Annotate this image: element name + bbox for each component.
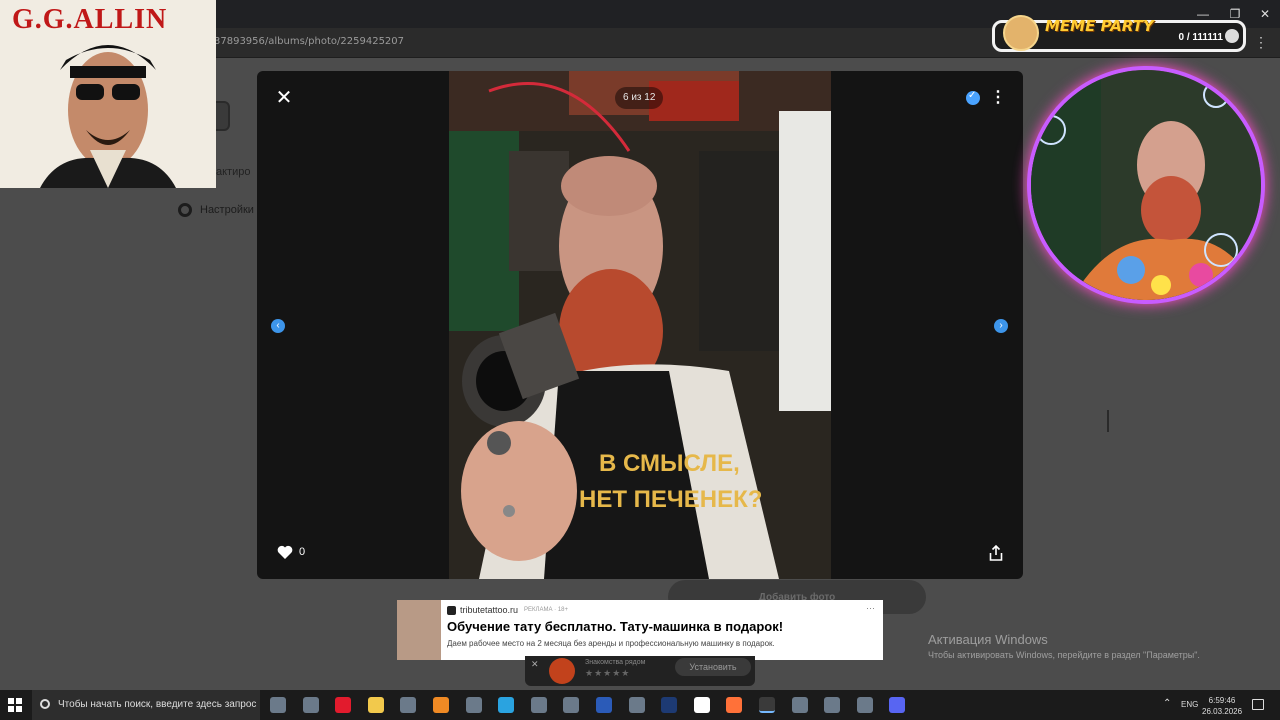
taskbar: Чтобы начать поиск, введите здесь запрос… — [0, 690, 1280, 720]
photo-image[interactable]: В СМЫСЛЕ, НЕТ ПЕЧЕНЕК? — [449, 71, 831, 579]
heart-icon — [277, 545, 293, 559]
clock-date: 26.03.2026 — [1202, 707, 1243, 716]
watermark-title: Активация Windows — [928, 632, 1048, 647]
photo-viewer: В СМЫСЛЕ, НЕТ ПЕЧЕНЕК? ✕ 6 из 12 ⋮ ‹ › 0 — [257, 71, 1023, 579]
settings-label: Настройки — [200, 204, 254, 216]
meme-widget-title: MEME PARTY — [1045, 17, 1154, 35]
language-indicator[interactable]: ENG — [1181, 700, 1198, 709]
discord-icon[interactable] — [889, 697, 906, 713]
windows-start-icon[interactable] — [8, 698, 22, 712]
gear-icon — [178, 203, 192, 217]
watermark-subtitle: Чтобы активировать Windows, перейдите в … — [928, 650, 1200, 660]
task-view-icon[interactable] — [270, 697, 286, 713]
activation-watermark: Активация Windows Чтобы активировать Win… — [928, 632, 1200, 660]
share-icon[interactable] — [989, 545, 1003, 561]
search-placeholder: Чтобы начать поиск, введите здесь запрос — [58, 699, 257, 710]
like-button[interactable]: 0 — [277, 545, 305, 559]
arrow-icon — [1225, 29, 1239, 43]
opera-gx-icon[interactable] — [530, 697, 547, 713]
ad-source: tributetattoo.ru РЕКЛАМА · 18+ — [447, 605, 568, 615]
photo-counter: 6 из 12 — [615, 87, 664, 109]
webcam-overlay — [1027, 66, 1265, 304]
tray-chevron-icon[interactable]: ⌃ — [1163, 698, 1171, 709]
ad-text: Даем рабочее место на 2 месяца без аренд… — [447, 639, 775, 648]
ad-menu-button[interactable]: ··· — [866, 603, 875, 613]
install-button[interactable]: Установить — [675, 658, 751, 676]
portrait-illustration — [40, 45, 176, 188]
ad-label: РЕКЛАМА · 18+ — [524, 607, 568, 613]
webcam-illustration — [1031, 70, 1261, 300]
telegram-icon[interactable] — [498, 697, 515, 713]
photo-illustration: В СМЫСЛЕ, НЕТ ПЕЧЕНЕК? — [449, 71, 831, 579]
taskbar-search[interactable]: Чтобы начать поиск, введите здесь запрос — [32, 690, 260, 720]
zip-icon[interactable] — [465, 697, 482, 713]
meme-widget-count: 0 / 111111 — [1178, 32, 1223, 43]
browser-menu-icon[interactable]: ⋮ — [1254, 34, 1268, 51]
word-icon[interactable] — [596, 697, 612, 713]
ad-banner[interactable]: tributetattoo.ru РЕКЛАМА · 18+ Обучение … — [397, 600, 883, 660]
clock-time: 6:59:46 — [1208, 696, 1236, 705]
action-center-icon[interactable] — [1252, 699, 1264, 710]
verified-icon — [966, 90, 980, 105]
obs-icon[interactable] — [791, 697, 808, 713]
gg-allin-overlay: G.G.ALLIN — [0, 0, 216, 188]
apron-line-1: В СМЫСЛЕ, — [599, 450, 740, 477]
yandex-icon[interactable] — [693, 697, 710, 713]
file-explorer-icon[interactable] — [367, 697, 384, 713]
like-count: 0 — [299, 546, 306, 558]
close-viewer-button[interactable]: ✕ — [273, 87, 295, 109]
scrollbar[interactable] — [1107, 410, 1109, 432]
ad-site-name[interactable]: tributetattoo.ru — [460, 605, 518, 615]
vlc-icon[interactable] — [433, 697, 449, 713]
apron-line-2: НЕТ ПЕЧЕНЕК? — [579, 486, 762, 513]
ad-thumbnail[interactable] — [397, 600, 441, 660]
install-notification: ✕ Знакомства рядом ★★★★★ Установить — [525, 656, 755, 686]
taskbar-clock[interactable]: 6:59:46 26.03.2026 — [1202, 695, 1242, 717]
photoshop-icon[interactable] — [661, 697, 678, 713]
settings-link[interactable]: Настройки — [178, 203, 254, 217]
audio-app-icon[interactable] — [824, 697, 841, 713]
close-icon[interactable]: ✕ — [531, 659, 539, 670]
edit-link[interactable]: актиро — [216, 166, 250, 178]
opera-icon[interactable] — [335, 697, 352, 713]
app-icon — [549, 658, 575, 684]
rating-stars: ★★★★★ — [585, 668, 631, 678]
meme-party-widget: MEME PARTY 0 / 111111 — [992, 15, 1246, 52]
firefox-icon[interactable] — [726, 697, 743, 713]
terminal-icon[interactable] — [563, 697, 580, 713]
close-window-icon[interactable]: ✕ — [1248, 0, 1280, 28]
mahjong-icon[interactable] — [400, 697, 417, 713]
doge-icon — [1003, 15, 1039, 51]
notification-text: Знакомства рядом — [585, 659, 646, 666]
previous-photo-button[interactable]: ‹ — [271, 319, 285, 333]
chrome-icon[interactable] — [759, 697, 775, 713]
chrome-2-icon[interactable] — [856, 697, 873, 713]
more-options-button[interactable]: ⋮ — [990, 87, 1006, 109]
next-photo-button[interactable]: › — [994, 319, 1008, 333]
ad-title[interactable]: Обучение тату бесплатно. Тату-машинка в … — [447, 619, 783, 634]
explorer-window-icon[interactable] — [302, 697, 319, 713]
search-icon — [40, 699, 50, 709]
site-favicon-icon — [447, 605, 456, 615]
notepad-icon[interactable] — [628, 697, 645, 713]
url-text[interactable]: 37893956/albums/photo/2259425207 — [214, 36, 404, 47]
